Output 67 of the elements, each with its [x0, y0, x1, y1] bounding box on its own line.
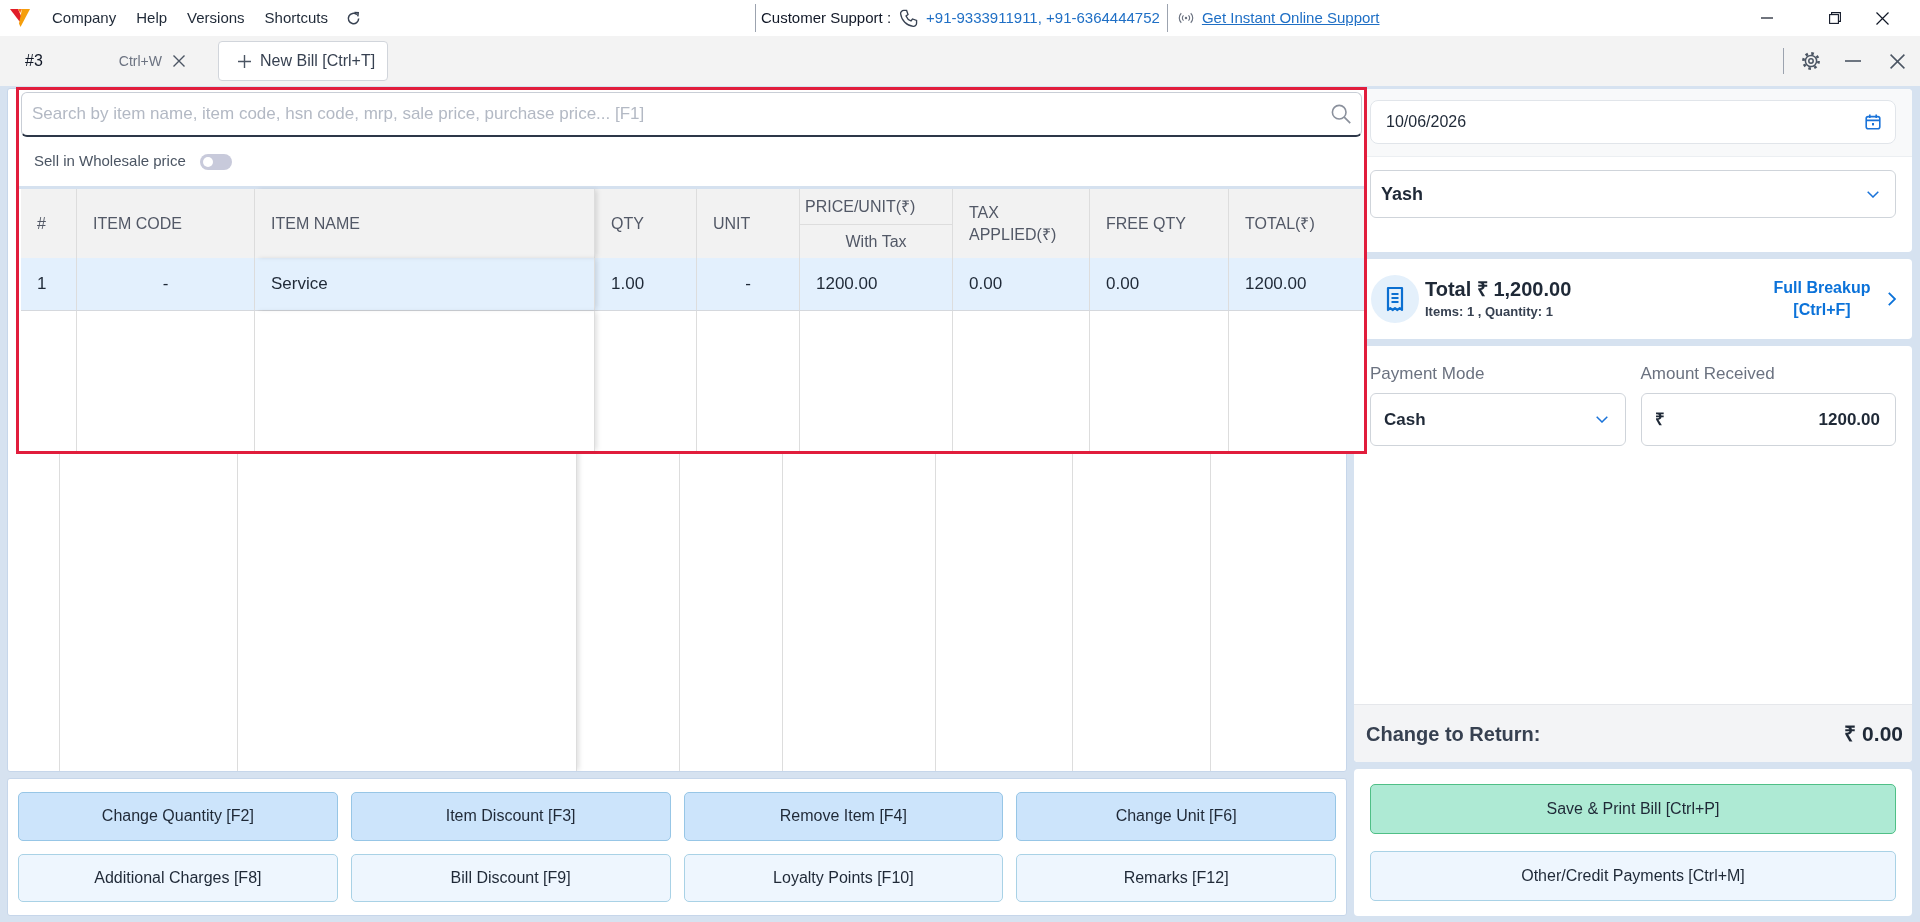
breakup-link[interactable]: Full Breakup [Ctrl+F] [1766, 277, 1878, 321]
toggle-label: Sell in Wholesale price [34, 151, 186, 172]
chevron-right-icon[interactable] [1888, 292, 1896, 306]
table-cell: 1.00 [595, 258, 697, 310]
shortcut-label: Ctrl+W [118, 51, 162, 71]
chevron-down-icon [1867, 190, 1879, 198]
refresh-icon[interactable] [346, 10, 361, 26]
phone-icon [899, 8, 919, 28]
action-button[interactable]: Additional Charges [F8] [18, 853, 338, 902]
wholesale-toggle[interactable] [199, 153, 232, 170]
bill-total: Total ₹ 1,200.00 [1425, 277, 1572, 302]
bill-summary: Items: 1 , Quantity: 1 [1425, 303, 1554, 321]
table-cell: 0.00 [1090, 258, 1229, 310]
chevron-down-icon [1595, 416, 1608, 423]
column-header: TOTAL(₹) [1244, 213, 1316, 234]
customer-name: Yash [1381, 182, 1424, 206]
plus-icon [238, 54, 251, 68]
phone-numbers: +91-9333911911, +91-6364444752 [926, 7, 1160, 28]
action-button[interactable]: Loyalty Points [F10] [683, 853, 1004, 902]
close-icon[interactable] [1890, 53, 1905, 69]
payment-mode-value: Cash [1384, 408, 1426, 431]
currency-symbol: ₹ [1654, 408, 1665, 431]
customer-dropdown[interactable]: Yash [1370, 170, 1896, 218]
date-field[interactable]: 10/06/2026 [1370, 100, 1896, 144]
table-cell: - [697, 258, 800, 310]
menu-item[interactable]: Help [136, 8, 168, 28]
checkout-button[interactable]: Other/Credit Payments [Ctrl+M] [1370, 851, 1896, 901]
action-button[interactable]: Item Discount [F3] [350, 792, 671, 841]
broadcast-icon [1177, 11, 1194, 25]
restore-icon[interactable] [1829, 12, 1841, 24]
support-label: Customer Support : [761, 7, 892, 28]
menu-item[interactable]: Shortcuts [264, 8, 328, 28]
column-header: PRICE/UNIT(₹) [800, 189, 952, 225]
receipt-icon [1371, 275, 1419, 323]
action-button[interactable]: Remarks [F12] [1016, 853, 1336, 902]
table-cell: Service [255, 258, 595, 310]
support-link[interactable]: Get Instant Online Support [1201, 6, 1380, 30]
table-cell: 0.00 [953, 258, 1090, 310]
logo-icon [10, 9, 30, 27]
settings-icon[interactable] [1801, 51, 1821, 71]
amount-field[interactable]: ₹ 1200.00 [1640, 393, 1896, 446]
payment-mode-dropdown[interactable]: Cash [1370, 393, 1626, 446]
table-row[interactable]: 1 - Service 1.00 - 1200.00 0.00 0.00 1200.00 [21, 258, 1364, 311]
table-cell-text: 1200.00 [1244, 273, 1308, 296]
menu-item[interactable]: Company [52, 8, 117, 28]
change-value: ₹ 0.00 [1844, 720, 1903, 747]
new-bill-button[interactable]: New Bill [Ctrl+T] [218, 41, 389, 81]
action-button[interactable]: Bill Discount [F9] [350, 853, 671, 902]
search-icon[interactable] [1331, 104, 1351, 124]
column-subheader: With Tax [844, 231, 908, 252]
table-cell: 1200.00 [800, 258, 953, 310]
table-cell: - [77, 258, 255, 310]
menu-item[interactable]: Versions [187, 8, 245, 28]
search-field[interactable]: Search by item name, item code, hsn code, mrp, sale price, purchase price... [F1] [21, 92, 1362, 137]
action-button[interactable]: Remove Item [F4] [683, 792, 1004, 841]
action-button[interactable]: Change Quantity [F2] [18, 792, 338, 841]
close-icon[interactable] [173, 55, 185, 67]
change-label: Change to Return: [1366, 721, 1541, 747]
calendar-icon[interactable] [1865, 114, 1881, 130]
date-value: 10/06/2026 [1386, 112, 1467, 132]
action-button[interactable]: Change Unit [F6] [1016, 792, 1336, 841]
close-icon[interactable] [1876, 11, 1889, 25]
amount-value: 1200.00 [1818, 408, 1880, 431]
checkout-button[interactable]: Save & Print Bill [Ctrl+P] [1370, 784, 1896, 834]
field-label: Amount Received [1640, 363, 1776, 385]
table-cell: 1 [21, 258, 77, 310]
field-label: Payment Mode [1370, 363, 1486, 385]
